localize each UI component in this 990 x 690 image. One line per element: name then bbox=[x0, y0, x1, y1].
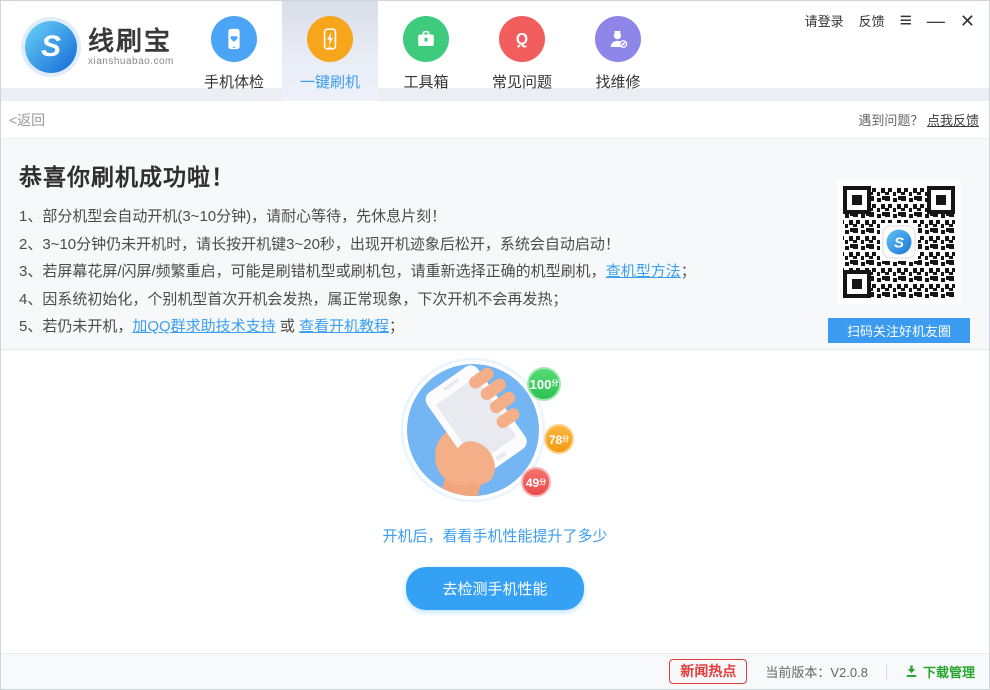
main-content: 100分 78分 49分 开机后，看看手机性能提升了多少 去检测手机性能 bbox=[1, 350, 989, 653]
brand-name: 线刷宝 bbox=[88, 27, 174, 57]
nav-item-phone-checkup[interactable]: 手机体检 bbox=[186, 1, 282, 101]
problem-hint: 遇到问题？ 点我反馈 bbox=[858, 110, 979, 129]
sub-toolbar: <返回 遇到问题？ 点我反馈 bbox=[1, 101, 989, 139]
nav-item-toolbox[interactable]: 工具箱 bbox=[378, 1, 474, 101]
instruction-line-4: 4、因系统初始化，个别机型首次开机会发热，属正常现象，下次开机不会再发热； bbox=[19, 286, 819, 314]
problem-text: 遇到问题？ bbox=[858, 113, 923, 128]
nav-item-faq[interactable]: Q 常见问题 bbox=[474, 1, 570, 101]
nav-label: 一键刷机 bbox=[300, 71, 360, 92]
brand-domain: xianshuabao.com bbox=[88, 56, 174, 67]
instruction-line-2: 2、3~10分钟仍未开机时，请长按开机键3~20秒，出现开机迹象后松开，系统会自… bbox=[19, 231, 819, 259]
qr-code: S bbox=[837, 180, 961, 304]
performance-caption: 开机后，看看手机性能提升了多少 bbox=[1, 525, 989, 546]
feedback-button[interactable]: 反馈 bbox=[859, 11, 885, 30]
download-icon bbox=[905, 665, 918, 678]
qr-finder-bottom-left bbox=[843, 270, 871, 298]
download-manager-button[interactable]: 下载管理 bbox=[905, 662, 975, 681]
badge-value: 100 bbox=[530, 378, 552, 391]
badge-unit: 分 bbox=[539, 479, 546, 486]
nav-label: 找维修 bbox=[595, 71, 640, 92]
line-text: 2、3~10分钟仍未开机时，请长按开机键3~20秒，出现开机迹象后松开，系统会自… bbox=[19, 236, 620, 253]
line-text: 或 bbox=[276, 318, 299, 335]
news-hotspot-button[interactable]: 新闻热点 bbox=[669, 659, 747, 684]
flash-result-section: 恭喜你刷机成功啦！ 1、部分机型会自动开机(3~10分钟)，请耐心等待，先休息片… bbox=[1, 139, 989, 350]
close-icon[interactable]: ✕ bbox=[960, 12, 975, 30]
download-label: 下载管理 bbox=[923, 662, 975, 681]
phone-health-icon bbox=[211, 16, 257, 62]
click-feedback-link[interactable]: 点我反馈 bbox=[927, 113, 979, 128]
nav-label: 常见问题 bbox=[492, 71, 552, 92]
question-icon: Q bbox=[499, 16, 545, 62]
flash-phone-icon bbox=[307, 16, 353, 62]
success-title: 恭喜你刷机成功啦！ bbox=[19, 158, 969, 192]
check-model-link[interactable]: 查机型方法 bbox=[606, 263, 681, 280]
badge-unit: 分 bbox=[551, 380, 558, 387]
nav-label: 手机体检 bbox=[204, 71, 264, 92]
qr-code-block: S 扫码关注好机友圈 bbox=[837, 180, 961, 304]
app-window: S 线刷宝 xianshuabao.com 手机体检 bbox=[0, 0, 990, 690]
brand-logo: S 线刷宝 xianshuabao.com bbox=[25, 21, 174, 73]
svg-text:S: S bbox=[894, 235, 904, 252]
instruction-line-5: 5、若仍未开机，加QQ群求助技术支持 或 查看开机教程； bbox=[19, 313, 819, 341]
score-badge-100: 100分 bbox=[527, 367, 561, 401]
line-text: ； bbox=[681, 263, 696, 280]
badge-value: 78 bbox=[549, 434, 562, 446]
main-nav: 手机体检 一键刷机 bbox=[186, 1, 666, 101]
line-text: 1、部分机型会自动开机(3~10分钟)，请耐心等待，先休息片刻！ bbox=[19, 208, 446, 225]
login-button[interactable]: 请登录 bbox=[805, 11, 844, 30]
qr-finder-top-right bbox=[927, 186, 955, 214]
back-button[interactable]: <返回 bbox=[9, 110, 45, 130]
test-performance-button[interactable]: 去检测手机性能 bbox=[406, 567, 583, 610]
footer-divider bbox=[886, 664, 887, 680]
nav-item-find-repair[interactable]: 找维修 bbox=[570, 1, 666, 101]
nav-label: 工具箱 bbox=[403, 71, 448, 92]
menu-icon[interactable]: ≡ bbox=[900, 10, 912, 31]
line-text: ； bbox=[389, 318, 404, 335]
boot-tutorial-link[interactable]: 查看开机教程 bbox=[299, 318, 389, 335]
badge-unit: 分 bbox=[562, 436, 569, 443]
line-text: 3、若屏幕花屏/闪屏/频繁重启，可能是刷错机型或刷机包，请重新选择正确的机型刷机… bbox=[19, 263, 606, 280]
instruction-line-3: 3、若屏幕花屏/闪屏/频繁重启，可能是刷错机型或刷机包，请重新选择正确的机型刷机… bbox=[19, 258, 819, 286]
footer: 新闻热点 当前版本：V2.0.8 下载管理 bbox=[1, 653, 989, 689]
badge-value: 49 bbox=[526, 477, 539, 489]
instruction-list: 1、部分机型会自动开机(3~10分钟)，请耐心等待，先休息片刻！ 2、3~10分… bbox=[19, 203, 819, 341]
instruction-line-1: 1、部分机型会自动开机(3~10分钟)，请耐心等待，先休息片刻！ bbox=[19, 203, 819, 231]
brand-logo-icon: S bbox=[25, 21, 77, 73]
score-badge-78: 78分 bbox=[544, 424, 574, 454]
line-text: 5、若仍未开机， bbox=[19, 318, 132, 335]
score-badge-49: 49分 bbox=[521, 467, 551, 497]
qq-group-link[interactable]: 加QQ群求助技术支持 bbox=[132, 318, 275, 335]
header: S 线刷宝 xianshuabao.com 手机体检 bbox=[1, 1, 989, 101]
line-text: 4、因系统初始化，个别机型首次开机会发热，属正常现象，下次开机不会再发热； bbox=[19, 291, 567, 308]
titlebar-controls: 请登录 反馈 ≡ — ✕ bbox=[805, 10, 975, 31]
scan-follow-button[interactable]: 扫码关注好机友圈 bbox=[828, 318, 970, 343]
nav-item-one-key-flash[interactable]: 一键刷机 bbox=[282, 1, 378, 101]
minimize-icon[interactable]: — bbox=[927, 12, 945, 30]
toolbox-icon bbox=[403, 16, 449, 62]
qr-finder-top-left bbox=[843, 186, 871, 214]
hand-phone-illustration: 100分 78分 49分 bbox=[395, 358, 595, 508]
version-label: 当前版本：V2.0.8 bbox=[765, 662, 868, 681]
repairman-icon bbox=[595, 16, 641, 62]
brand-logo-letter: S bbox=[41, 32, 61, 62]
